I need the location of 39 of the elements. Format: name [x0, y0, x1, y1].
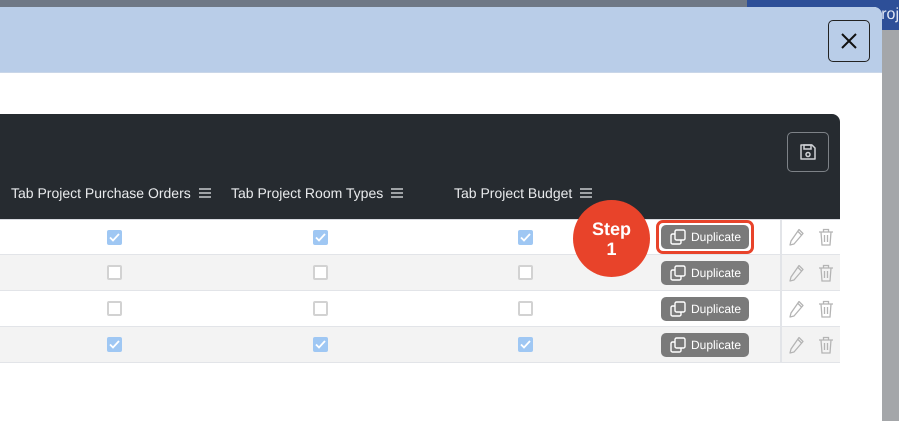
checkbox[interactable]: [312, 230, 328, 244]
trash-icon[interactable]: [818, 264, 834, 282]
checkbox[interactable]: [518, 230, 532, 244]
checkbox[interactable]: [518, 301, 532, 316]
save-button[interactable]: [787, 132, 829, 172]
save-icon: [799, 143, 817, 161]
duplicate-button[interactable]: Duplicate: [661, 332, 750, 356]
pencil-icon[interactable]: [789, 228, 805, 246]
tab-label: roj: [881, 6, 899, 24]
copy-icon: [670, 264, 686, 280]
pencil-icon[interactable]: [789, 264, 805, 282]
duplicate-button[interactable]: Duplicate: [661, 225, 750, 249]
duplicate-button[interactable]: Duplicate: [661, 260, 750, 284]
pencil-icon[interactable]: [789, 336, 805, 354]
trash-icon[interactable]: [818, 228, 834, 246]
trash-icon[interactable]: [818, 336, 834, 354]
copy-icon: [670, 300, 686, 316]
menu-icon[interactable]: [198, 188, 211, 198]
menu-icon[interactable]: [580, 188, 592, 198]
column-header: Tab Project Purchase Orders: [11, 185, 191, 201]
close-button[interactable]: [828, 20, 870, 62]
checkbox[interactable]: [106, 337, 122, 352]
close-icon: [840, 32, 858, 50]
checkbox[interactable]: [518, 265, 532, 280]
column-header: Tab Project Room Types: [231, 185, 384, 201]
copy-icon: [670, 336, 686, 352]
pencil-icon[interactable]: [789, 300, 805, 318]
copy-icon: [670, 229, 686, 245]
checkbox[interactable]: [106, 265, 122, 280]
checkbox[interactable]: [106, 230, 122, 244]
duplicate-button[interactable]: Duplicate: [661, 296, 750, 320]
checkbox[interactable]: [518, 337, 532, 352]
checkbox[interactable]: [312, 337, 328, 352]
checkbox[interactable]: [312, 265, 328, 280]
checkbox[interactable]: [106, 301, 122, 316]
column-header: Tab Project Budget: [454, 185, 572, 201]
menu-icon[interactable]: [391, 188, 404, 198]
trash-icon[interactable]: [818, 300, 834, 318]
checkbox[interactable]: [312, 301, 328, 316]
